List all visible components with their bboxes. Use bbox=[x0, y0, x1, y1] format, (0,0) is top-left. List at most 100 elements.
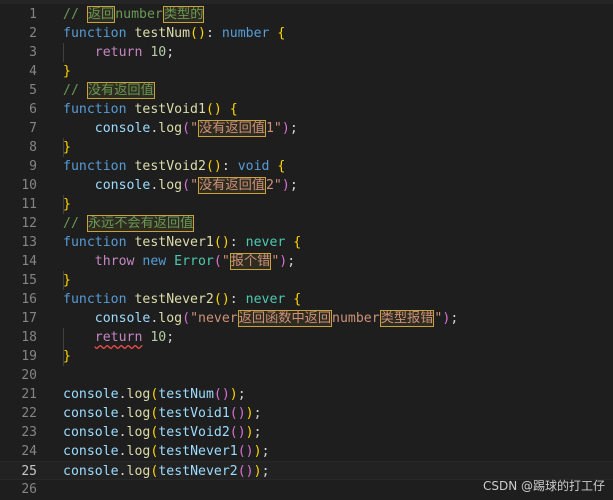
code-text: throw new Error("报个错"); bbox=[63, 252, 295, 271]
code-token: log bbox=[158, 121, 183, 136]
code-token: console bbox=[63, 425, 119, 440]
code-text: console.log(testNever2()); bbox=[63, 462, 270, 481]
code-token: console bbox=[94, 178, 151, 193]
code-token: testVoid2 bbox=[158, 425, 230, 440]
code-text: // 返回number类型的 bbox=[63, 5, 205, 24]
code-token: () bbox=[229, 425, 246, 440]
code-text: function testVoid1() { bbox=[63, 100, 238, 119]
code-line[interactable]: 8} bbox=[0, 138, 613, 157]
code-line[interactable]: 15} bbox=[0, 271, 613, 290]
code-line[interactable]: 1 // 返回number类型的 bbox=[0, 5, 613, 24]
code-token: () bbox=[213, 292, 230, 307]
code-line[interactable]: 9 function testVoid2(): void { bbox=[0, 157, 613, 176]
code-text: console.log(testNever1()); bbox=[63, 442, 270, 461]
code-line[interactable]: 2 function testNum(): number { bbox=[0, 24, 613, 43]
code-token: . bbox=[118, 425, 127, 440]
code-text: } bbox=[63, 195, 71, 214]
code-line[interactable]: 21 console.log(testNum()); bbox=[0, 385, 613, 404]
code-editor[interactable]: 1 // 返回number类型的 2 function testNum(): numb… bbox=[0, 5, 613, 500]
code-token: } bbox=[63, 64, 71, 79]
code-text: // 没有返回值 bbox=[63, 81, 155, 100]
code-token: () bbox=[190, 26, 206, 41]
code-text: console.log("没有返回值2"); bbox=[63, 176, 298, 195]
code-line[interactable]: 16 function testNever2(): never { bbox=[0, 290, 613, 309]
code-token: () bbox=[237, 464, 254, 479]
code-token: . bbox=[118, 464, 127, 479]
code-token: Error bbox=[174, 254, 214, 269]
code-line[interactable]: 19} bbox=[0, 347, 613, 366]
code-token: 10 bbox=[150, 45, 167, 60]
line-number: 16 bbox=[21, 292, 37, 307]
code-token: ) bbox=[253, 464, 262, 479]
code-token: 没有返回值 bbox=[198, 177, 266, 194]
code-token: testNever1 bbox=[134, 235, 214, 250]
line-number: 22 bbox=[21, 406, 37, 421]
code-token: . bbox=[118, 444, 127, 459]
code-token: 类型报错 bbox=[379, 310, 435, 327]
code-token: () { bbox=[205, 102, 238, 117]
code-line[interactable]: 11} bbox=[0, 195, 613, 214]
code-token: // bbox=[63, 83, 87, 98]
code-token: console bbox=[94, 121, 151, 136]
code-token: () bbox=[229, 406, 246, 421]
code-text: } bbox=[63, 62, 71, 81]
code-token: ; bbox=[166, 45, 175, 60]
code-token: testVoid1 bbox=[158, 406, 230, 421]
code-text: // 永远不会有返回值 bbox=[63, 214, 195, 233]
code-token: " bbox=[221, 254, 230, 269]
code-line[interactable]: 10 console.log("没有返回值2"); bbox=[0, 176, 613, 195]
code-line[interactable]: 6 function testVoid1() { bbox=[0, 100, 613, 119]
code-token: ( bbox=[182, 178, 191, 193]
code-line[interactable]: 4} bbox=[0, 62, 613, 81]
code-token: console bbox=[94, 311, 151, 326]
code-token: ; bbox=[253, 406, 262, 421]
line-number: 5 bbox=[29, 83, 37, 98]
code-token: : bbox=[229, 292, 246, 307]
code-line[interactable]: 7 console.log("没有返回值1"); bbox=[0, 119, 613, 138]
code-token: () bbox=[237, 444, 254, 459]
code-text: console.log(testNum()); bbox=[63, 385, 246, 404]
code-token: testVoid1 bbox=[134, 102, 206, 117]
code-token: testVoid2 bbox=[134, 159, 206, 174]
code-token: 返回函数中返回 bbox=[237, 310, 333, 327]
code-line[interactable]: 22 console.log(testVoid1()); bbox=[0, 404, 613, 423]
line-number: 1 bbox=[29, 7, 37, 22]
code-line[interactable]: 5 // 没有返回值 bbox=[0, 81, 613, 100]
code-token: { bbox=[293, 235, 302, 250]
line-number: 11 bbox=[21, 197, 37, 212]
code-line[interactable]: 12 // 永远不会有返回值 bbox=[0, 214, 613, 233]
code-text: } bbox=[63, 138, 71, 157]
code-token: // bbox=[63, 216, 87, 231]
code-line[interactable]: 14 throw new Error("报个错"); bbox=[0, 252, 613, 271]
code-line[interactable]: 18 return 10; bbox=[0, 328, 613, 347]
code-line[interactable]: 20 bbox=[0, 366, 613, 385]
code-token: log bbox=[158, 178, 183, 193]
code-token: { bbox=[277, 26, 286, 41]
code-token: 返回 bbox=[86, 6, 116, 23]
line-number: 3 bbox=[29, 45, 37, 60]
code-text: console.log("没有返回值1"); bbox=[63, 119, 298, 138]
code-text: return 10; bbox=[63, 328, 174, 347]
code-token: ) bbox=[229, 387, 238, 402]
code-line[interactable]: 24 console.log(testNever1()); bbox=[0, 442, 613, 461]
code-token: function bbox=[63, 26, 135, 41]
code-line[interactable]: 17 console.log("never返回函数中返回number类型报错")… bbox=[0, 309, 613, 328]
code-line[interactable]: 3 return 10; bbox=[0, 43, 613, 62]
line-number: 8 bbox=[29, 140, 37, 155]
code-token: . bbox=[118, 406, 127, 421]
code-text: function testNever1(): never { bbox=[63, 233, 301, 252]
code-token: ) bbox=[253, 444, 262, 459]
code-token: } bbox=[63, 349, 71, 364]
code-token: 2" bbox=[265, 178, 282, 193]
code-line[interactable]: 13 function testNever1(): never { bbox=[0, 233, 613, 252]
line-number: 20 bbox=[21, 368, 37, 383]
code-token: ; bbox=[289, 121, 298, 136]
code-token: ) bbox=[281, 178, 290, 193]
code-line[interactable]: 23 console.log(testVoid2()); bbox=[0, 423, 613, 442]
line-number: 10 bbox=[21, 178, 37, 193]
code-token: ) bbox=[245, 406, 254, 421]
code-text: console.log(testVoid2()); bbox=[63, 423, 262, 442]
code-token: console bbox=[63, 444, 119, 459]
code-token: } bbox=[63, 140, 71, 155]
